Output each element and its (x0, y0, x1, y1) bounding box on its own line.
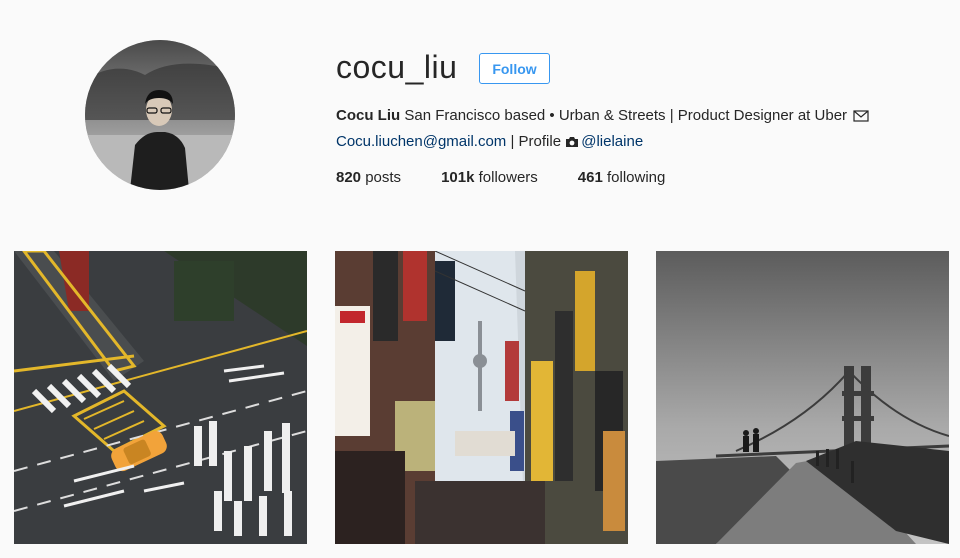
following-count-label: following (607, 169, 666, 186)
follow-button[interactable]: Follow (479, 53, 550, 84)
handle-link[interactable]: @lielaine (581, 133, 643, 150)
followers-count-label: followers (478, 169, 538, 186)
profile-bio: Cocu Liu San Francisco based • Urban & S… (336, 104, 936, 156)
bio-separator: | (506, 133, 519, 150)
profile-stats: 820 posts 101k followers 461 following (336, 167, 705, 189)
seoul-street-signs-photo (335, 251, 628, 544)
post-thumbnail[interactable] (656, 251, 949, 544)
followers-count[interactable]: 101k followers (441, 167, 538, 189)
posts-count-label: posts (365, 169, 402, 186)
post-thumbnail[interactable] (335, 251, 628, 544)
profile-label: Profile (518, 133, 562, 150)
display-name: Cocu Liu (336, 107, 401, 124)
post-thumbnail[interactable] (14, 251, 307, 544)
posts-count-value: 820 (336, 169, 362, 186)
following-count-value: 461 (577, 169, 603, 186)
bio-text: San Francisco based • Urban & Streets | … (404, 107, 848, 124)
profile-avatar (85, 40, 235, 190)
camera-icon (565, 132, 579, 156)
followers-count-value: 101k (441, 169, 475, 186)
golden-gate-bridge-photo (656, 251, 949, 544)
envelope-icon (853, 106, 869, 130)
profile-username: cocu_liu (336, 49, 458, 85)
following-count[interactable]: 461 following (578, 167, 666, 189)
posts-count: 820 posts (336, 167, 401, 189)
email-link[interactable]: Cocu.liuchen@gmail.com (336, 133, 506, 150)
street-intersection-photo (14, 251, 307, 544)
